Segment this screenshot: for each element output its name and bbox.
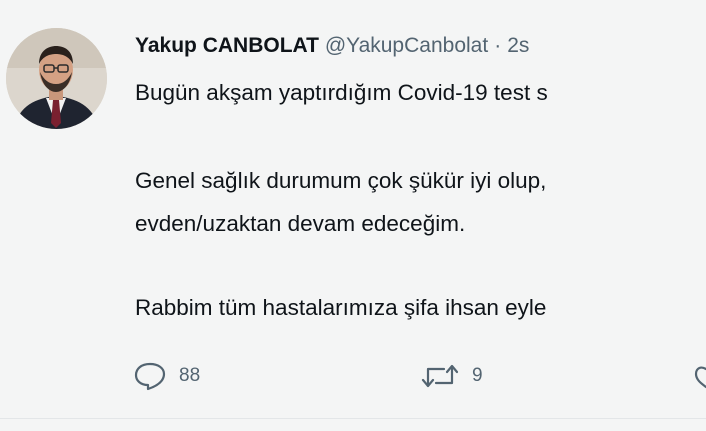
- tweet[interactable]: Yakup CANBOLAT @YakupCanbolat · 2s Bugün a…: [0, 0, 706, 431]
- profile-photo: [6, 28, 107, 129]
- tweet-text-line-1: Bugün akşam yaptırdığım Covid-19 test s: [135, 80, 548, 105]
- like-icon: [694, 366, 706, 389]
- like-button[interactable]: [692, 356, 706, 396]
- retweet-button[interactable]: 9: [420, 356, 483, 396]
- retweet-count: 9: [472, 365, 483, 386]
- avatar[interactable]: [6, 28, 107, 129]
- reply-icon: [134, 362, 166, 391]
- display-name[interactable]: Yakup CANBOLAT: [135, 34, 319, 57]
- separator-dot: ·: [494, 34, 502, 57]
- tweet-text-line-2: Genel sağlık durumum çok şükür iyi olup,: [135, 168, 547, 193]
- divider: [0, 418, 706, 419]
- tweet-header: Yakup CANBOLAT @YakupCanbolat · 2s: [135, 33, 529, 59]
- user-handle[interactable]: @YakupCanbolat: [325, 34, 488, 57]
- reply-button[interactable]: 88: [133, 356, 200, 396]
- tweet-text-line-3: evden/uzaktan devam edeceğim.: [135, 211, 466, 236]
- tweet-text-line-4: Rabbim tüm hastalarımıza şifa ihsan eyle: [135, 295, 547, 320]
- retweet-icon: [421, 364, 459, 388]
- timestamp[interactable]: 2s: [507, 34, 529, 57]
- tweet-actions: 88 9: [0, 356, 706, 396]
- reply-count: 88: [179, 365, 201, 386]
